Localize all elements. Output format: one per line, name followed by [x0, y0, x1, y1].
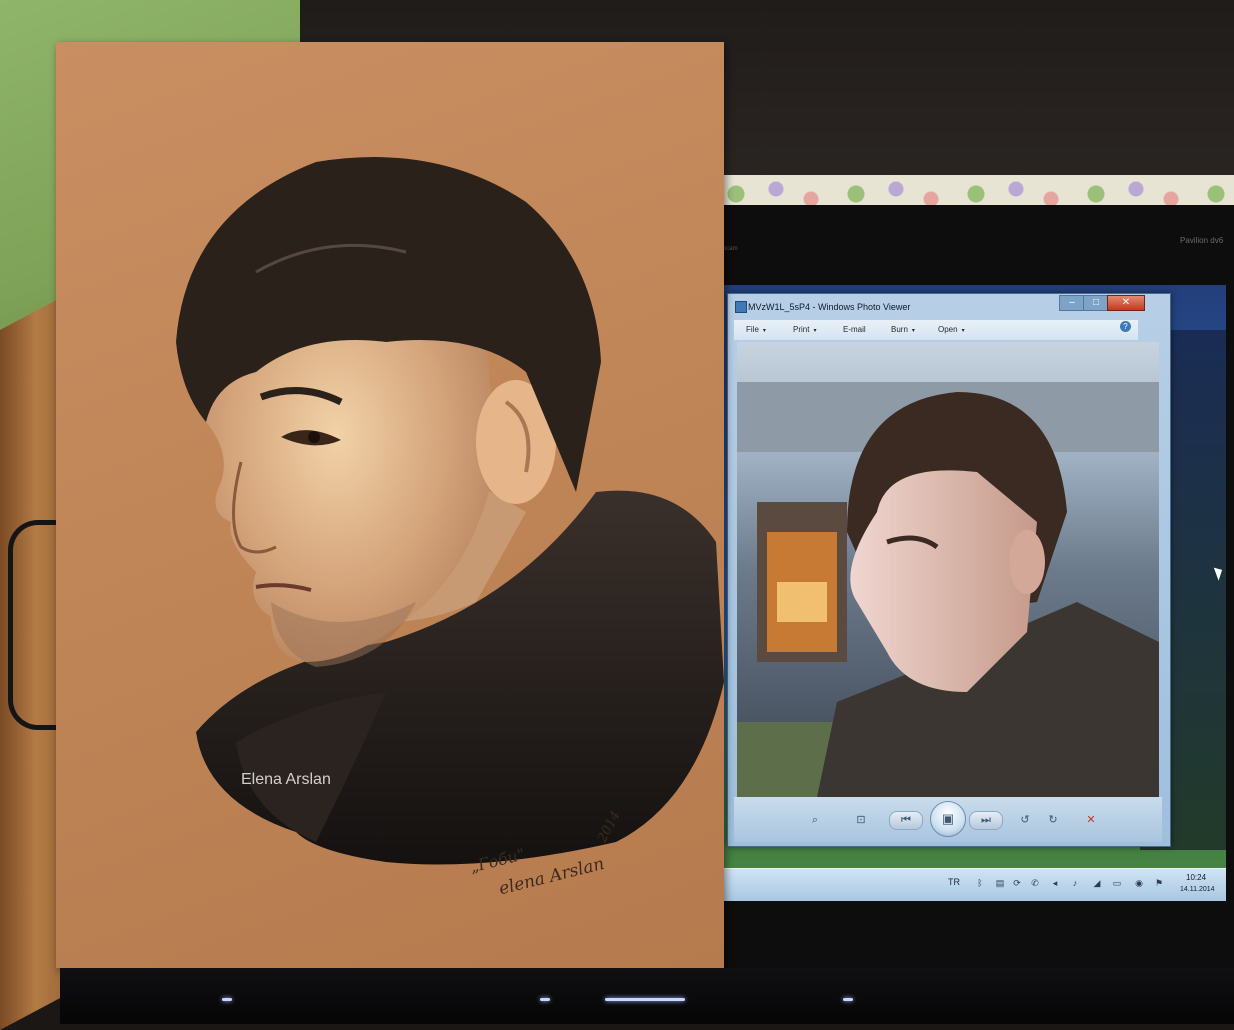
- taskbar: [722, 868, 1226, 901]
- chevron-down-icon: ▾: [813, 328, 817, 334]
- volume-icon[interactable]: ♪: [1070, 878, 1080, 888]
- pastel-portrait-drawing: [56, 42, 724, 968]
- help-icon[interactable]: ?: [1120, 321, 1131, 332]
- maximize-button[interactable]: □: [1083, 295, 1109, 311]
- menu-burn[interactable]: Burn ▾: [891, 325, 915, 334]
- delete-icon[interactable]: ✕: [1082, 812, 1100, 828]
- photo-portrait: [737, 342, 1159, 797]
- chevron-down-icon: ▾: [911, 328, 915, 334]
- speaker-icon[interactable]: ◂: [1050, 878, 1060, 888]
- rotate-ccw-icon[interactable]: ↺: [1016, 812, 1034, 828]
- power-led: [222, 998, 232, 1001]
- language-indicator[interactable]: TR: [948, 877, 960, 887]
- clock-time[interactable]: 10:24: [1186, 873, 1206, 882]
- phone-icon[interactable]: ✆: [1030, 878, 1040, 888]
- menu-print[interactable]: Print ▾: [793, 325, 816, 334]
- laptop-keyboard-edge: [60, 968, 1234, 1024]
- actual-size-icon[interactable]: ⊡: [852, 812, 870, 828]
- bluetooth-icon[interactable]: ᛒ: [975, 878, 985, 888]
- next-button[interactable]: ⏭: [969, 811, 1003, 830]
- status-led: [843, 998, 853, 1001]
- cable: [8, 520, 59, 730]
- chevron-down-icon: ▾: [961, 328, 965, 334]
- displayed-photo: [737, 342, 1159, 797]
- minimize-button[interactable]: –: [1059, 295, 1085, 311]
- photo-viewer-app-icon: [735, 301, 747, 313]
- rotate-cw-icon[interactable]: ↻: [1044, 812, 1062, 828]
- menu-open[interactable]: Open ▾: [938, 325, 965, 334]
- window-title: MVzW1L_5sP4 - Windows Photo Viewer: [748, 302, 911, 312]
- antivirus-icon[interactable]: ◉: [1134, 878, 1144, 888]
- status-led: [540, 998, 550, 1001]
- menu-email[interactable]: E-mail: [843, 325, 866, 334]
- laptop-brand-label: Pavilion dv6: [1180, 236, 1224, 245]
- flag-icon[interactable]: ⚑: [1154, 878, 1164, 888]
- menu-file[interactable]: File ▾: [746, 325, 766, 334]
- signal-icon[interactable]: ◢: [1092, 878, 1102, 888]
- sync-icon[interactable]: ⟳: [1012, 878, 1022, 888]
- previous-button[interactable]: ⏮: [889, 811, 923, 830]
- close-button[interactable]: ✕: [1107, 295, 1145, 311]
- clock-date[interactable]: 14.11.2014: [1180, 886, 1215, 893]
- battery-icon[interactable]: ▭: [1112, 878, 1122, 888]
- chevron-down-icon: ▾: [762, 328, 766, 334]
- portrait-illustration: [176, 157, 724, 865]
- watermark: Elena Arslan: [241, 771, 331, 788]
- light-bar: [605, 998, 685, 1001]
- slideshow-button[interactable]: ▣: [930, 801, 966, 837]
- zoom-icon[interactable]: ⌕: [806, 812, 824, 828]
- network-icon[interactable]: ▤: [995, 878, 1005, 888]
